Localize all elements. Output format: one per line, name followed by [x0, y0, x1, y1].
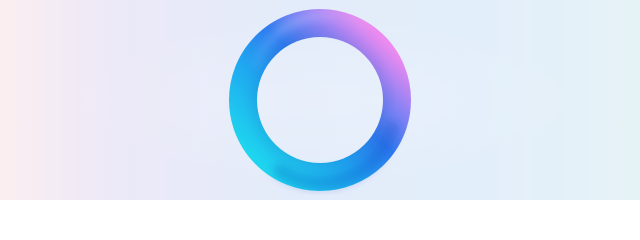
loading-screen: [0, 0, 640, 200]
loading-ring-icon: [229, 9, 411, 191]
loading-ring: [223, 3, 417, 197]
